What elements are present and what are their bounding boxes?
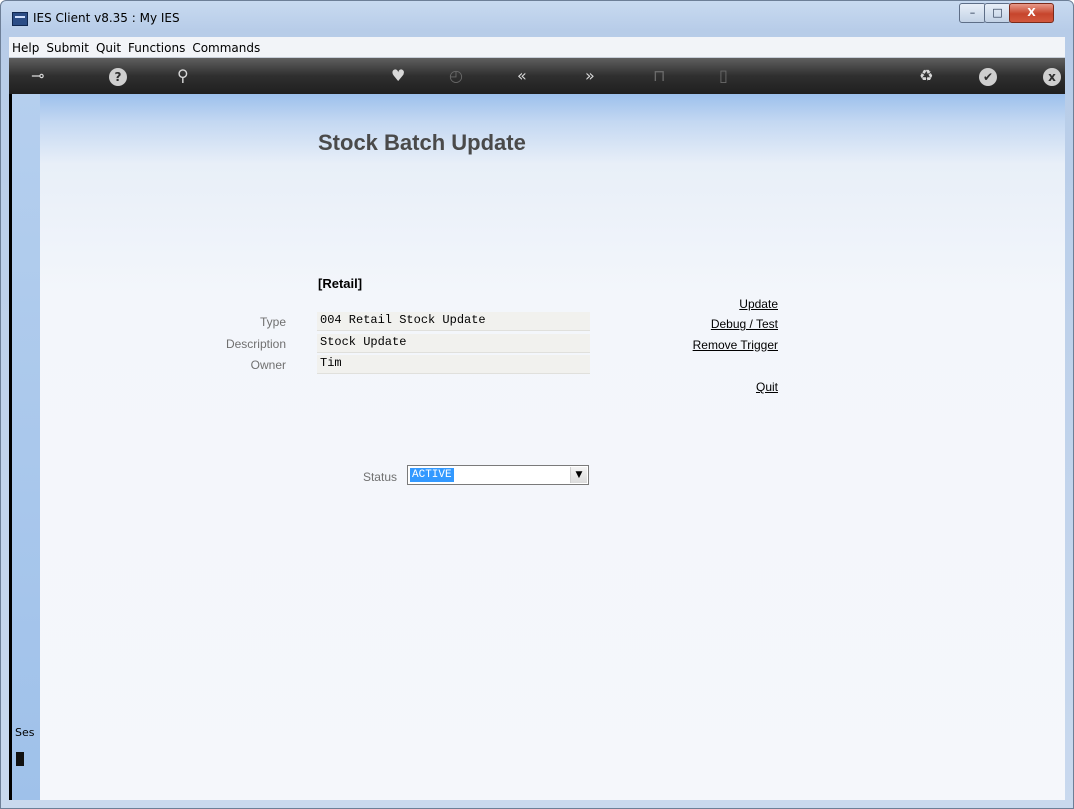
menu-functions[interactable]: Functions bbox=[125, 39, 189, 55]
session-label: Ses bbox=[15, 726, 35, 739]
app-window: IES Client v8.35 : My IES – □ X Help Subm… bbox=[0, 0, 1074, 809]
section-label: [Retail] bbox=[318, 276, 363, 291]
help-glyph: ? bbox=[109, 68, 127, 86]
debug-test-link[interactable]: Debug / Test bbox=[618, 317, 778, 331]
session-icon[interactable] bbox=[16, 752, 24, 766]
forward-icon[interactable]: » bbox=[585, 66, 595, 86]
back-icon[interactable]: « bbox=[517, 66, 527, 86]
description-field[interactable]: Stock Update bbox=[317, 334, 590, 353]
search-icon[interactable]: ⚲ bbox=[177, 66, 189, 86]
status-select[interactable]: ACTIVE ▼ bbox=[407, 465, 589, 485]
type-field[interactable]: 004 Retail Stock Update bbox=[317, 312, 590, 331]
maximize-button[interactable]: □ bbox=[984, 3, 1011, 23]
clock-icon[interactable]: ◴ bbox=[449, 66, 463, 86]
status-value: ACTIVE bbox=[410, 468, 454, 482]
close-glyph: x bbox=[1043, 68, 1061, 86]
check-icon[interactable]: ✔ bbox=[979, 66, 997, 86]
page-icon[interactable]: ▯ bbox=[719, 66, 728, 86]
title-bar: IES Client v8.35 : My IES – □ X bbox=[1, 1, 1073, 37]
help-icon[interactable]: ? bbox=[109, 66, 127, 86]
chevron-down-icon[interactable]: ▼ bbox=[570, 467, 587, 483]
form-area: Stock Batch Update [Retail] Type 004 Ret… bbox=[40, 94, 1065, 800]
recycle-icon[interactable]: ♻ bbox=[919, 66, 933, 86]
window-title: IES Client v8.35 : My IES bbox=[33, 11, 180, 25]
key-icon[interactable]: ⊸ bbox=[31, 66, 44, 86]
heart-icon[interactable]: ♥ bbox=[391, 66, 405, 86]
quit-link[interactable]: Quit bbox=[618, 380, 778, 394]
menu-help[interactable]: Help bbox=[9, 39, 43, 55]
menu-commands[interactable]: Commands bbox=[189, 39, 264, 55]
trash-icon[interactable]: ⊓ bbox=[653, 66, 665, 86]
minimize-button[interactable]: – bbox=[959, 3, 986, 23]
menu-quit[interactable]: Quit bbox=[93, 39, 125, 55]
menu-submit[interactable]: Submit bbox=[43, 39, 93, 55]
check-glyph: ✔ bbox=[979, 68, 997, 86]
close-icon[interactable]: x bbox=[1043, 66, 1061, 86]
toolbar: ⊸ ? ⚲ ♥ ◴ « » ⊓ ▯ ♻ ✔ x bbox=[9, 58, 1065, 94]
owner-label: Owner bbox=[250, 358, 286, 372]
session-strip: Ses bbox=[12, 94, 40, 800]
content-area: Ses Stock Batch Update [Retail] Type 004… bbox=[9, 94, 1065, 800]
page-title: Stock Batch Update bbox=[318, 130, 526, 155]
owner-field[interactable]: Tim bbox=[317, 355, 590, 374]
app-icon bbox=[12, 12, 28, 26]
description-label: Description bbox=[225, 337, 286, 351]
status-label: Status bbox=[362, 470, 397, 484]
close-window-button[interactable]: X bbox=[1009, 3, 1054, 23]
remove-trigger-link[interactable]: Remove Trigger bbox=[618, 338, 778, 352]
type-label: Type bbox=[259, 315, 286, 329]
update-link[interactable]: Update bbox=[618, 297, 778, 311]
menu-bar: Help Submit Quit Functions Commands bbox=[9, 37, 1065, 58]
